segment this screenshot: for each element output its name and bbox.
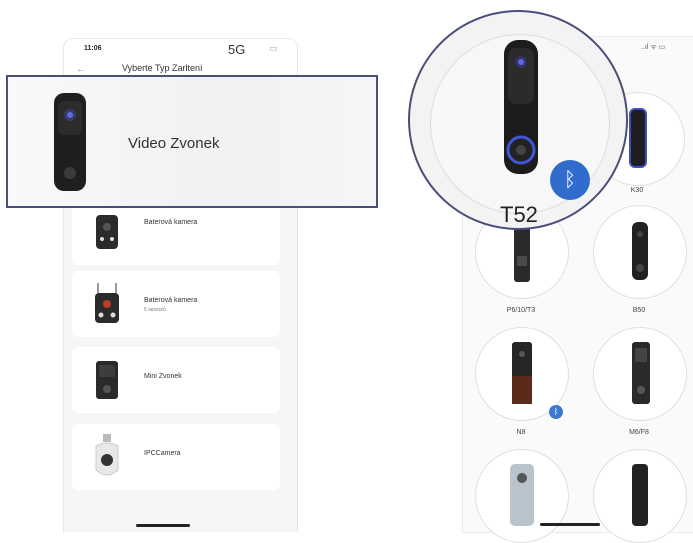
home-indicator (540, 523, 600, 526)
back-arrow-icon[interactable]: ← (76, 64, 86, 75)
item-label: Baterová kamera (144, 219, 198, 226)
network-indicator: 5G (228, 42, 246, 57)
doorbell-m6-icon (632, 342, 650, 404)
zoomed-device-label: T52 (500, 202, 538, 227)
device-option-bottom-left[interactable] (475, 449, 569, 543)
device-label: M6/F8 (629, 429, 649, 436)
doorbell-k30-icon (629, 108, 647, 168)
list-item-mini-doorbell[interactable]: Mini Zvonek (72, 347, 280, 413)
device-option-m6[interactable] (593, 327, 687, 421)
bluetooth-icon: ᛒ (550, 160, 590, 200)
item-label: Video Zvonek (128, 135, 220, 152)
item-label: IPCCamera (144, 450, 181, 457)
doorbell-gray-icon (510, 464, 534, 526)
zoomed-device-t52[interactable] (408, 10, 628, 230)
ip-camera-icon (95, 434, 119, 476)
device-label: B50 (632, 307, 646, 314)
battery-camera-icon (96, 215, 118, 249)
device-label: P6/10/T3 (506, 307, 536, 314)
list-item-battery-camera[interactable]: Baterová kamera (72, 199, 280, 265)
bluetooth-icon: ᛒ (549, 405, 563, 419)
doorbell-black-icon (632, 464, 648, 526)
status-icons: ..ıl ᯤ ▭ (641, 44, 666, 51)
battery-icon: ▭ (269, 43, 278, 53)
item-label: Mini Zvonek (144, 373, 182, 380)
floodlight-camera-icon (95, 283, 119, 323)
page-title: Vyberte Typ Zarltení (122, 63, 203, 73)
top-bar: 11:06 5G ▭ ← Vyberte Typ Zarltení (64, 39, 297, 79)
doorbell-t52-icon (504, 40, 538, 174)
item-label: Baterová kamera (144, 297, 198, 304)
mini-doorbell-icon (96, 361, 118, 399)
doorbell-b50-icon (632, 222, 648, 280)
device-label: N8 (516, 429, 526, 436)
device-label: K30 (630, 187, 644, 194)
doorbell-n8-icon (512, 342, 532, 404)
selected-item-video-doorbell[interactable]: Video Zvonek (6, 75, 378, 208)
status-time: 11:06 (84, 45, 102, 52)
item-sublabel: 5 senzorů (144, 307, 166, 313)
list-item-ipc-camera[interactable]: IPCCamera (72, 424, 280, 490)
list-item-battery-camera-sensors[interactable]: Baterová kamera 5 senzorů (72, 271, 280, 337)
device-option-b50[interactable] (593, 205, 687, 299)
video-doorbell-icon (54, 93, 86, 191)
home-indicator (136, 524, 190, 527)
device-option-bottom-right[interactable] (593, 449, 687, 543)
